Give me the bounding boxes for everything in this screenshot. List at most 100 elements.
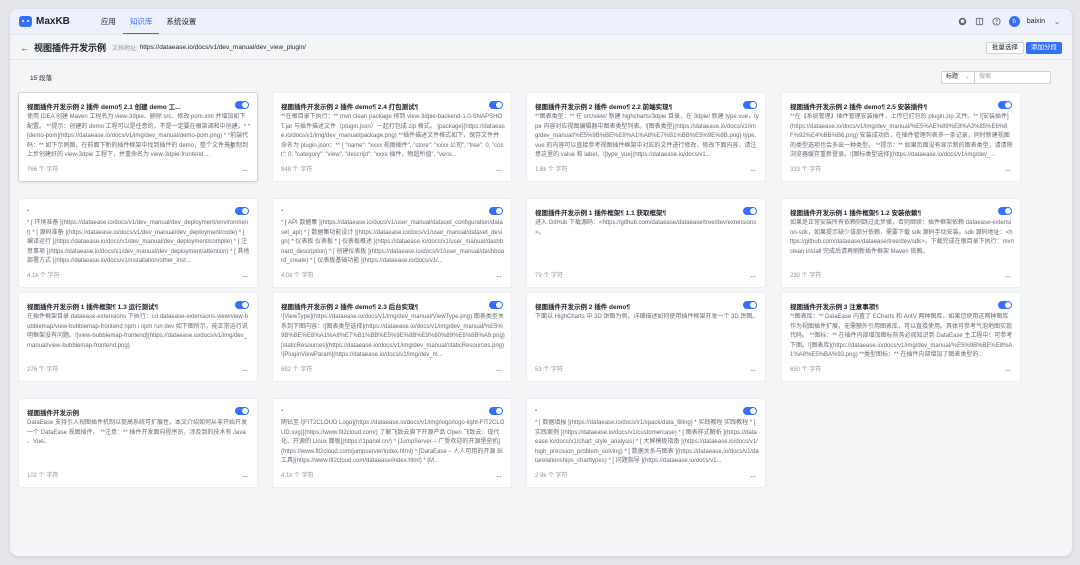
enable-toggle[interactable] (743, 207, 757, 215)
char-count: 766 个 字符 (27, 167, 59, 173)
segment-card[interactable]: - 随钻至 ![FIT2CLOUD Logo](https://dataease.… (272, 398, 512, 488)
segment-card[interactable]: - * [ 环境准备 ](https://dataease.io/docs/v1/… (18, 198, 258, 288)
nav-item-knowledge[interactable]: 知识库 (122, 9, 160, 34)
enable-toggle[interactable] (489, 101, 503, 109)
segment-card[interactable]: 视图插件开发示例 2 插件 demo¶ 2.3 后台实现¶ ![ViewType]… (272, 292, 512, 382)
segment-card[interactable]: 视图插件开发示例 DataEase 支持引入视图插件机制以提高系统可扩展性。本文介… (18, 398, 258, 488)
segment-content: 在插件框架目录 dataease-extensions 下执行：cd datae… (27, 314, 249, 349)
enable-toggle[interactable] (489, 407, 503, 415)
segment-content: * [ API 数据集 ](https://dataease.io/docs/v… (281, 220, 505, 264)
more-menu-icon[interactable]: ··· (242, 366, 248, 375)
enable-toggle[interactable] (743, 101, 757, 109)
segment-card[interactable]: 视图插件开发示例 1 插件框架¶ 1.2 安装依赖¶ 如果是正常安装所有依赖则跳过… (781, 198, 1021, 288)
enable-toggle[interactable] (489, 301, 503, 309)
segment-title: 视图插件开发示例 1 插件框架¶ 1.3 运行测试¶ (27, 304, 159, 311)
enable-toggle[interactable] (235, 101, 249, 109)
segment-title: 视图插件开发示例 2 插件 demo¶ 2.4 打包测试¶ (281, 104, 419, 111)
enable-toggle[interactable] (998, 207, 1012, 215)
segment-title: 视图插件开发示例 2 插件 demo¶ 2.3 后台实现¶ (281, 304, 419, 311)
segment-title: - (27, 207, 30, 214)
segment-content: 使用 IDEA 创建 Maven 工程名为 view-3dpie、删除 src、… (27, 114, 251, 158)
enable-toggle[interactable] (235, 207, 249, 215)
more-menu-icon[interactable]: ··· (242, 166, 248, 175)
segment-card[interactable]: 视图插件开发示例 2 插件 demo¶ 下面以 HighCharts 中 3D 饼… (526, 292, 766, 382)
help-icon[interactable] (992, 17, 1002, 27)
segment-content: DataEase 支持引入视图插件机制以提高系统可扩展性。本文介绍如何从零开始开… (27, 420, 248, 445)
doc-address-link[interactable]: https://dataease.io/docs/v1/dev_manual/d… (140, 44, 306, 51)
enable-toggle[interactable] (743, 407, 757, 415)
segment-title: 视图插件开发示例 2 插件 demo¶ 2.2 前端实现¶ (535, 104, 673, 111)
more-menu-icon[interactable]: ··· (496, 366, 502, 375)
avatar[interactable]: b (1008, 16, 1020, 27)
enable-toggle[interactable] (998, 101, 1012, 109)
segment-content: **图表类型：** 在 src/view/ 新建 highcharts/3dpi… (535, 114, 759, 158)
segment-title: - (535, 407, 538, 414)
segment-card[interactable]: 视图插件开发示例 1 插件框架¶ 1.3 运行测试¶ 在插件框架目录 dataea… (18, 292, 258, 382)
char-count: 2.9k 个 字符 (535, 473, 568, 479)
more-menu-icon[interactable]: ··· (242, 472, 248, 481)
batch-select-button[interactable]: 批量选择 (986, 42, 1024, 54)
segment-card[interactable]: 视图插件开发示例 3 注意事项¶ **图表库：** DataEase 内置了 EC… (781, 292, 1021, 382)
segment-card[interactable]: 视图插件开发示例 1 插件框架¶ 1.1 获取框架¶ 进入 GitHub 下载源码… (526, 198, 766, 288)
segment-title: - (281, 407, 284, 414)
page-header: ← 视图插件开发示例 文档地址: https://dataease.io/doc… (10, 36, 1072, 60)
segment-content: **图表库：** DataEase 内置了 ECharts 和 AntV 两种图… (790, 314, 1013, 358)
segment-title: 视图插件开发示例 1 插件框架¶ 1.1 获取框架¶ (535, 210, 667, 217)
char-count: 650 个 字符 (790, 367, 822, 373)
list-toolbar: 15 段落 标题 ⌄ 搜索 (20, 69, 1062, 85)
more-menu-icon[interactable]: ··· (496, 472, 502, 481)
nav-right: b baixin ⌄ (958, 16, 1062, 27)
enable-toggle[interactable] (235, 301, 249, 309)
more-menu-icon[interactable]: ··· (750, 272, 756, 281)
segment-card[interactable]: 视图插件开发示例 2 插件 demo¶ 2.5 安装插件¶ **在【系统管理】插件… (781, 92, 1021, 182)
filter-group: 标题 ⌄ 搜索 (941, 70, 1051, 84)
char-count: 848 个 字符 (281, 167, 313, 173)
filter-select[interactable]: 标题 ⌄ (941, 70, 975, 84)
enable-toggle[interactable] (489, 207, 503, 215)
github-icon[interactable] (958, 17, 968, 27)
more-menu-icon[interactable]: ··· (750, 166, 756, 175)
segment-card[interactable]: - * [ API 数据集 ](https://dataease.io/docs/… (272, 198, 512, 288)
more-menu-icon[interactable]: ··· (496, 166, 502, 175)
more-menu-icon[interactable]: ··· (750, 472, 756, 481)
main-menu: 应用 知识库 系统设置 (94, 9, 204, 34)
segment-title: 视图插件开发示例 (27, 410, 79, 417)
enable-toggle[interactable] (235, 407, 249, 415)
char-count: 102 个 字符 (27, 473, 59, 479)
char-count: 276 个 字符 (27, 367, 59, 373)
more-menu-icon[interactable]: ··· (750, 366, 756, 375)
username[interactable]: baixin (1027, 18, 1045, 25)
segment-card[interactable]: - * [ 数据填报 ](https://dataease.io/docs/v1/… (526, 398, 766, 488)
char-count: 79 个 字符 (535, 273, 564, 279)
segment-title: 视图插件开发示例 2 插件 demo¶ (535, 304, 630, 311)
book-icon[interactable] (975, 17, 985, 27)
chevron-down-icon[interactable]: ⌄ (1052, 17, 1062, 27)
enable-toggle[interactable] (743, 301, 757, 309)
segment-title: 视图插件开发示例 2 插件 demo¶ 2.5 安装插件¶ (790, 104, 928, 111)
more-menu-icon[interactable]: ··· (1005, 366, 1011, 375)
more-menu-icon[interactable]: ··· (1005, 272, 1011, 281)
segment-content: * [ 数据填报 ](https://dataease.io/docs/v1/x… (535, 420, 759, 464)
segment-content: 下面以 HighCharts 中 3D 饼图为例，详细描述如何使用插件框架开发一… (535, 314, 759, 320)
top-navbar: MaxKB 应用 知识库 系统设置 b baixin ⌄ (10, 9, 1072, 35)
char-count: 333 个 字符 (790, 167, 822, 173)
more-menu-icon[interactable]: ··· (1005, 166, 1011, 175)
back-arrow-icon[interactable]: ← (20, 43, 29, 53)
segment-card[interactable]: 视图插件开发示例 2 插件 demo¶ 2.4 打包测试¶ **在根目录下执行：*… (272, 92, 512, 182)
segment-card[interactable]: 视图插件开发示例 2 插件 demo¶ 2.2 前端实现¶ **图表类型：** 在… (526, 92, 766, 182)
more-menu-icon[interactable]: ··· (496, 272, 502, 281)
segment-card[interactable]: 视图插件开发示例 2 插件 demo¶ 2.1 创建 demo 工... 使用 I… (18, 92, 258, 182)
segment-content: 如果是正常安装所有依赖则跳过此步骤，否则继续：插件框架依赖 dataease-e… (790, 220, 1014, 255)
logo[interactable]: MaxKB (19, 16, 70, 27)
logo-text: MaxKB (36, 16, 70, 27)
segment-grid: 视图插件开发示例 2 插件 demo¶ 2.1 创建 demo 工... 使用 I… (18, 92, 1048, 492)
segment-title: 视图插件开发示例 3 注意事项¶ (790, 304, 879, 311)
nav-item-settings[interactable]: 系统设置 (159, 9, 203, 34)
search-input[interactable]: 搜索 (975, 70, 1051, 84)
more-menu-icon[interactable]: ··· (242, 272, 248, 281)
enable-toggle[interactable] (998, 301, 1012, 309)
add-segment-button[interactable]: 添加分段 (1026, 42, 1062, 54)
segment-content: * [ 环境准备 ](https://dataease.io/docs/v1/d… (27, 220, 250, 264)
nav-item-apps[interactable]: 应用 (94, 9, 123, 34)
content-area: 15 段落 标题 ⌄ 搜索 (20, 69, 1062, 85)
